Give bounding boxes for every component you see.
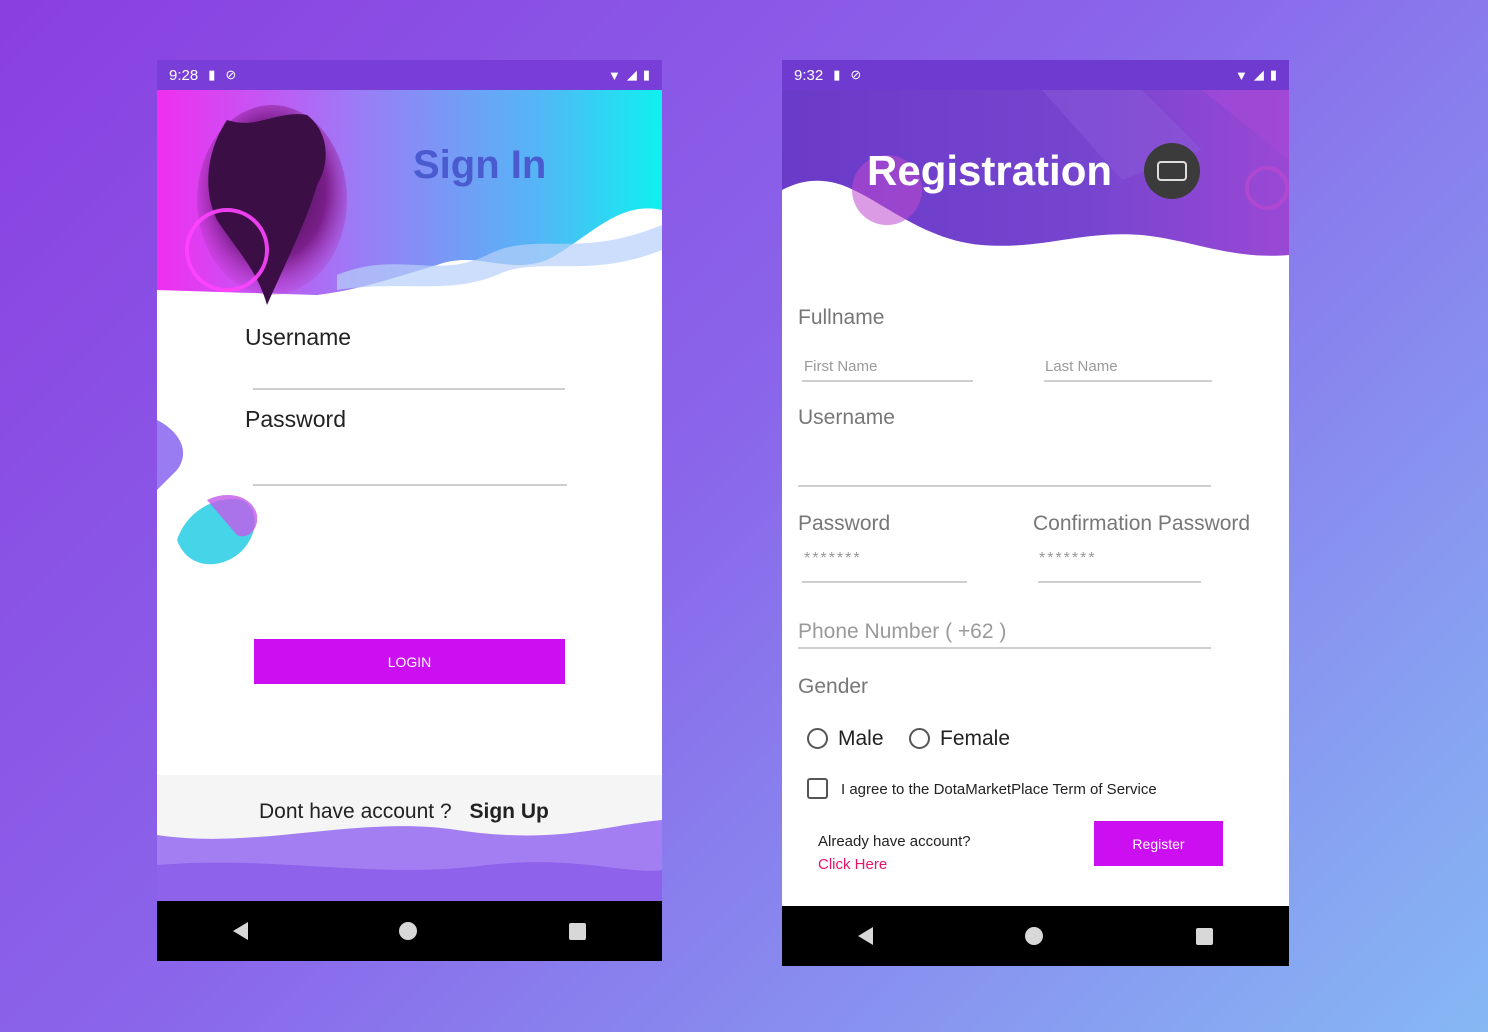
- female-radio[interactable]: [909, 728, 930, 749]
- signin-screen: 9:28 ▮ ⊘ ▼ ◢ ▮ Sign In Username Password…: [157, 60, 662, 961]
- username-label: Username: [798, 406, 895, 429]
- home-icon[interactable]: [1025, 927, 1044, 945]
- confirm-password-underline: [1038, 581, 1201, 583]
- recent-apps-icon[interactable]: [569, 922, 587, 940]
- status-bar: 9:28 ▮ ⊘ ▼ ◢ ▮: [157, 60, 662, 90]
- first-name-input[interactable]: First Name: [804, 358, 877, 375]
- keyboard-icon[interactable]: [1144, 143, 1200, 199]
- wifi-icon: ▼: [1234, 67, 1248, 83]
- male-radio[interactable]: [807, 728, 828, 749]
- signin-footer-wave: [157, 775, 662, 901]
- password-label: Password: [245, 406, 346, 432]
- no-account-text: Dont have account ?: [259, 800, 452, 823]
- password-input[interactable]: *******: [804, 550, 862, 568]
- decorative-blob-blue: [157, 420, 184, 490]
- username-input[interactable]: [253, 388, 565, 390]
- status-bar: 9:32 ▮ ⊘ ▼ ◢ ▮: [782, 60, 1289, 90]
- phone-input[interactable]: Phone Number ( +62 ): [798, 620, 1006, 644]
- signup-link[interactable]: Sign Up: [469, 800, 548, 823]
- register-button[interactable]: Register: [1094, 821, 1223, 866]
- signal-icon: ◢: [626, 67, 637, 82]
- nav-bar: [157, 901, 662, 961]
- click-here-link[interactable]: Click Here: [818, 856, 887, 873]
- status-time: 9:32: [794, 66, 824, 84]
- username-label: Username: [245, 324, 352, 350]
- password-underline: [802, 581, 967, 583]
- terms-checkbox[interactable]: [807, 778, 828, 799]
- confirm-password-label: Confirmation Password: [1033, 512, 1251, 535]
- terms-label: I agree to the DotaMarketPlace Term of S…: [841, 781, 1157, 798]
- signin-title: Sign In: [413, 143, 547, 187]
- signup-prompt: Dont have account ? Sign Up: [259, 800, 549, 824]
- password-label: Password: [798, 512, 891, 535]
- male-label: Male: [838, 727, 884, 750]
- recent-apps-icon[interactable]: [1195, 927, 1213, 945]
- password-input[interactable]: [253, 484, 567, 486]
- sd-card-icon: ▮: [833, 67, 841, 82]
- nav-bar: [782, 906, 1289, 966]
- login-button[interactable]: LOGIN: [254, 639, 565, 684]
- sync-icon: ⊘: [850, 67, 862, 82]
- phone-underline: [798, 647, 1211, 649]
- username-input[interactable]: [798, 485, 1211, 487]
- confirm-password-input[interactable]: *******: [1039, 550, 1097, 568]
- sync-icon: ⊘: [225, 67, 237, 82]
- home-icon[interactable]: [399, 922, 418, 940]
- battery-icon: ▮: [642, 67, 650, 82]
- sd-card-icon: ▮: [208, 67, 216, 82]
- signin-header-artwork: [157, 90, 662, 306]
- first-name-underline: [802, 380, 973, 382]
- decorative-blob-cyan: [177, 495, 257, 565]
- female-label: Female: [940, 727, 1011, 750]
- wifi-icon: ▼: [607, 67, 621, 83]
- back-icon[interactable]: [232, 922, 248, 940]
- back-icon[interactable]: [858, 927, 874, 945]
- already-account-text: Already have account?: [818, 833, 971, 850]
- registration-title: Registration: [867, 147, 1113, 194]
- last-name-underline: [1044, 380, 1212, 382]
- last-name-input[interactable]: Last Name: [1045, 358, 1118, 375]
- signal-icon: ◢: [1253, 67, 1264, 82]
- status-time: 9:28: [169, 66, 199, 84]
- battery-icon: ▮: [1269, 67, 1277, 82]
- gender-label: Gender: [798, 675, 869, 698]
- registration-screen: 9:32 ▮ ⊘ ▼ ◢ ▮ Registration Fullname Fir…: [782, 60, 1289, 966]
- fullname-label: Fullname: [798, 306, 885, 329]
